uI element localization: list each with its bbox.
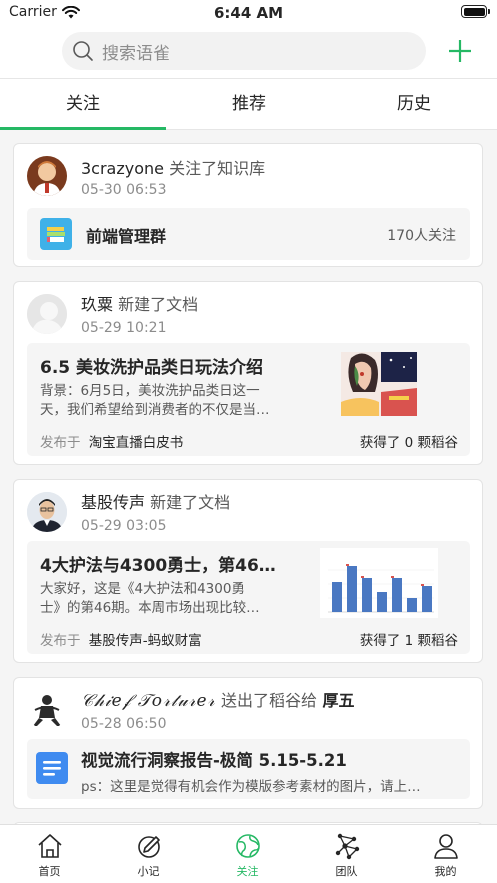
tabbar-label: 关注: [236, 865, 259, 878]
tab-recommend[interactable]: 推荐: [166, 79, 332, 129]
feed-user[interactable]: 3crazyone: [81, 159, 164, 178]
avatar[interactable]: [27, 156, 67, 196]
search-input[interactable]: 搜索语雀: [62, 32, 426, 70]
tabbar-item-team[interactable]: 团队: [297, 831, 396, 881]
tabbar-item-notes[interactable]: 小记: [99, 831, 198, 881]
doc-title: 4大护法与4300勇士，第46…: [40, 556, 276, 576]
feed-time: 05-29 03:05: [81, 518, 167, 534]
tabbar-label: 团队: [335, 865, 358, 878]
doc-excerpt-line: 天，我们希望给到消费者的不仅是当…: [40, 402, 270, 418]
doc-excerpt-line: 大家好，这是《4大护法和4300勇: [40, 581, 245, 597]
feed-card[interactable]: 基股传声 新建了文档 05-29 03:05 4大护法与4300勇士，第46… …: [13, 479, 483, 663]
avatar[interactable]: [27, 690, 67, 730]
feed-time: 05-28 06:50: [81, 716, 167, 732]
feed-time: 05-30 06:53: [81, 182, 167, 198]
doc-excerpt-line: 背景：6月5日，美妆洗护品类日这一: [40, 383, 260, 399]
feed-card[interactable]: 𝒞𝒽𝒾𝑒𝒻 𝒯𝑜𝓇𝓉𝓊𝓇𝑒𝓇 送出了稻谷给 厚五 05-28 06:50 视觉流…: [13, 677, 483, 809]
pen-icon: [137, 836, 160, 858]
add-button[interactable]: [447, 38, 473, 64]
feed-action: 关注了知识库: [169, 159, 266, 178]
tabbar-item-home[interactable]: 首页: [0, 831, 99, 881]
doc-thumbnail: [320, 548, 438, 618]
feed-headline: 玖粟 新建了文档: [81, 291, 198, 315]
tabbar-label: 我的: [434, 865, 457, 878]
feed-headline: 𝒞𝒽𝒾𝑒𝒻 𝒯𝑜𝓇𝓉𝓊𝓇𝑒𝓇 送出了稻谷给 厚五: [81, 687, 354, 711]
tab-follow[interactable]: 关注: [0, 79, 166, 129]
feed-headline: 3crazyone 关注了知识库: [81, 155, 265, 179]
feed-action: 送出了稻谷给: [221, 691, 318, 710]
doc-reward: 获得了 1 颗稻谷: [359, 633, 458, 649]
status-time: 6:44 AM: [213, 4, 284, 22]
tabbar-label: 小记: [137, 865, 160, 878]
reward-target-user[interactable]: 厚五: [322, 691, 354, 710]
repo-followers: 170人关注: [387, 228, 456, 244]
feed-user[interactable]: 玖粟: [81, 295, 113, 314]
published-book-link[interactable]: 淘宝直播白皮书: [89, 435, 184, 451]
feed-time: 05-29 10:21: [81, 320, 167, 336]
avatar[interactable]: [27, 492, 67, 532]
person-icon: [433, 834, 458, 859]
tabbar-label: 首页: [38, 865, 61, 878]
avatar[interactable]: [27, 294, 67, 334]
feed-action: 新建了文档: [150, 493, 231, 512]
published-prefix: 发布于: [40, 435, 81, 451]
book-icon: [40, 218, 72, 250]
doc-excerpt: ps：这里是觉得有机会作为模版参考素材的图片，请上…: [81, 779, 421, 795]
tabbar-item-me[interactable]: 我的: [396, 831, 495, 881]
feed-card[interactable]: 玖粟 新建了文档 05-29 10:21 6.5 美妆洗护品类日玩法介绍 背景：…: [13, 281, 483, 465]
doc-excerpt: 大家好，这是《4大护法和4300勇 士》的第46期。本周市场出现比较…: [40, 580, 310, 618]
doc-title: 视觉流行洞察报告-极简 5.15-5.21: [81, 751, 347, 770]
doc-title: 6.5 美妆洗护品类日玩法介绍: [40, 358, 264, 378]
doc-excerpt-line: 士》的第46期。本周市场出现比较…: [40, 600, 260, 616]
team-icon: [335, 833, 359, 860]
feed-card[interactable]: 3crazyone 关注了知识库 05-30 06:53 前端管理群 170人关…: [13, 143, 483, 267]
feed-list: 3crazyone 关注了知识库 05-30 06:53 前端管理群 170人关…: [0, 130, 497, 824]
doc-item[interactable]: 4大护法与4300勇士，第46… 大家好，这是《4大护法和4300勇 士》的第4…: [27, 541, 470, 654]
search-icon: [73, 41, 93, 61]
tab-history[interactable]: 历史: [331, 79, 497, 129]
header: 搜索语雀: [0, 26, 497, 78]
published-book-link[interactable]: 基股传声-蚂蚁财富: [89, 633, 202, 649]
doc-item[interactable]: 6.5 美妆洗护品类日玩法介绍 背景：6月5日，美妆洗护品类日这一 天，我们希望…: [27, 343, 470, 456]
tab-bar-top: 关注 推荐 历史: [0, 78, 497, 130]
home-icon: [37, 834, 62, 858]
search-placeholder: 搜索语雀: [102, 43, 170, 64]
feed-user[interactable]: 基股传声: [81, 493, 145, 512]
battery-icon: [461, 5, 490, 18]
status-bar: Carrier 6:44 AM: [0, 0, 497, 26]
published-prefix: 发布于: [40, 633, 81, 649]
document-icon: [36, 752, 68, 784]
repo-item[interactable]: 前端管理群 170人关注: [27, 208, 470, 260]
bottom-tab-bar: 首页 小记 关注 团队 我的: [0, 824, 497, 883]
globe-icon: [235, 834, 260, 858]
doc-published: 发布于 基股传声-蚂蚁财富: [40, 629, 202, 649]
doc-published: 发布于 淘宝直播白皮书: [40, 431, 183, 451]
tabbar-item-follow[interactable]: 关注: [198, 831, 297, 881]
doc-thumbnail: [341, 352, 417, 416]
feed-headline: 基股传声 新建了文档: [81, 489, 230, 513]
doc-item[interactable]: 视觉流行洞察报告-极简 5.15-5.21 ps：这里是觉得有机会作为模版参考素…: [27, 739, 470, 799]
doc-reward: 获得了 0 颗稻谷: [359, 435, 458, 451]
doc-excerpt: 背景：6月5日，美妆洗护品类日这一 天，我们希望给到消费者的不仅是当…: [40, 382, 310, 420]
repo-name: 前端管理群: [86, 227, 167, 246]
feed-user[interactable]: 𝒞𝒽𝒾𝑒𝒻 𝒯𝑜𝓇𝓉𝓊𝓇𝑒𝓇: [81, 691, 216, 711]
feed-action: 新建了文档: [118, 295, 199, 314]
